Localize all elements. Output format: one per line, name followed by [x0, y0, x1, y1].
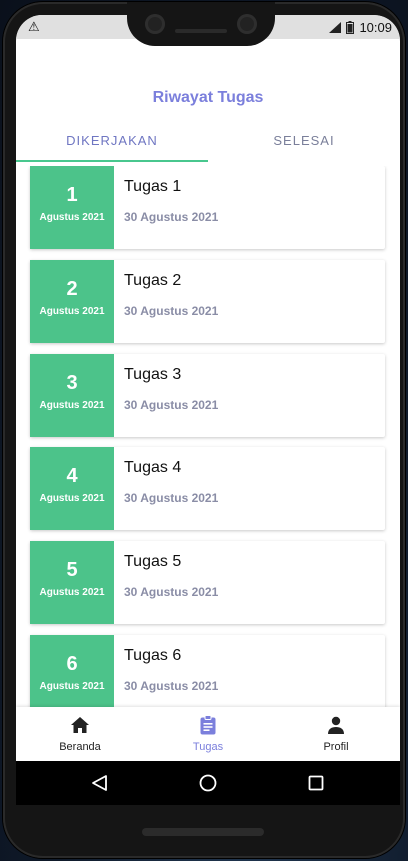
home-circle-icon[interactable] [198, 773, 218, 793]
task-card[interactable]: 1 Agustus 2021 Tugas 1 30 Agustus 2021 [30, 166, 385, 249]
nav-label-profil: Profil [323, 741, 349, 753]
nav-item-tugas[interactable]: Tugas [144, 707, 272, 761]
task-month: Agustus 2021 [39, 400, 105, 411]
task-month: Agustus 2021 [39, 306, 105, 317]
task-due-date: 30 Agustus 2021 [124, 585, 219, 599]
task-date-box: 5 Agustus 2021 [30, 541, 114, 624]
bottom-navigation: Beranda Tugas Profil [16, 707, 400, 761]
task-name: Tugas 2 [124, 272, 182, 289]
task-name: Tugas 6 [124, 647, 182, 664]
task-date-box: 1 Agustus 2021 [30, 166, 114, 249]
warning-icon: ⚠ [28, 19, 40, 34]
task-card[interactable]: 2 Agustus 2021 Tugas 2 30 Agustus 2021 [30, 260, 385, 343]
task-day: 3 [66, 372, 78, 394]
bottom-speaker [142, 828, 264, 836]
nav-label-beranda: Beranda [59, 741, 101, 753]
task-date-box: 2 Agustus 2021 [30, 260, 114, 343]
tab-bar: DIKERJAKAN SELESAI [16, 133, 400, 163]
task-day: 2 [66, 278, 78, 300]
phone-screen: ⚠ 10:09 Riwayat Tugas DIKERJAKAN SELESAI… [16, 15, 400, 805]
task-card[interactable]: 4 Agustus 2021 Tugas 4 30 Agustus 2021 [30, 447, 385, 530]
person-icon [328, 716, 344, 734]
camera-icon [237, 14, 257, 34]
task-list[interactable]: 1 Agustus 2021 Tugas 1 30 Agustus 2021 2… [16, 166, 400, 707]
tab-dikerjakan[interactable]: DIKERJAKAN [16, 133, 208, 148]
task-name: Tugas 4 [124, 459, 182, 476]
earpiece-speaker [175, 29, 227, 33]
task-date-box: 6 Agustus 2021 [30, 635, 114, 707]
task-due-date: 30 Agustus 2021 [124, 304, 219, 318]
clipboard-icon [200, 715, 216, 735]
task-month: Agustus 2021 [39, 493, 105, 504]
task-due-date: 30 Agustus 2021 [124, 679, 219, 693]
tab-selesai[interactable]: SELESAI [208, 133, 400, 148]
home-icon [71, 717, 89, 733]
status-time: 10:09 [359, 20, 392, 35]
task-day: 6 [66, 653, 78, 675]
page-title: Riwayat Tugas [152, 89, 264, 106]
nav-item-profil[interactable]: Profil [272, 707, 400, 761]
system-navigation-bar [16, 761, 400, 805]
task-due-date: 30 Agustus 2021 [124, 210, 219, 224]
task-name: Tugas 1 [124, 178, 182, 195]
task-date-box: 3 Agustus 2021 [30, 354, 114, 437]
task-due-date: 30 Agustus 2021 [124, 398, 219, 412]
phone-frame: ⚠ 10:09 Riwayat Tugas DIKERJAKAN SELESAI… [3, 2, 405, 858]
task-month: Agustus 2021 [39, 212, 105, 223]
task-card[interactable]: 6 Agustus 2021 Tugas 6 30 Agustus 2021 [30, 635, 385, 707]
nav-item-beranda[interactable]: Beranda [16, 707, 144, 761]
signal-icon [329, 22, 342, 33]
task-day: 4 [66, 465, 78, 487]
battery-icon [346, 21, 355, 34]
task-name: Tugas 5 [124, 553, 182, 570]
task-day: 5 [66, 559, 78, 581]
task-month: Agustus 2021 [39, 587, 105, 598]
back-icon[interactable] [90, 773, 110, 793]
nav-label-tugas: Tugas [192, 741, 224, 753]
task-card[interactable]: 3 Agustus 2021 Tugas 3 30 Agustus 2021 [30, 354, 385, 437]
task-name: Tugas 3 [124, 366, 182, 383]
tab-indicator [16, 160, 208, 162]
camera-icon [145, 14, 165, 34]
recents-icon[interactable] [306, 773, 326, 793]
phone-notch [127, 2, 275, 46]
task-month: Agustus 2021 [39, 681, 105, 692]
task-day: 1 [66, 184, 78, 206]
status-icons: 10:09 [329, 20, 392, 35]
task-card[interactable]: 5 Agustus 2021 Tugas 5 30 Agustus 2021 [30, 541, 385, 624]
task-due-date: 30 Agustus 2021 [124, 491, 219, 505]
task-date-box: 4 Agustus 2021 [30, 447, 114, 530]
